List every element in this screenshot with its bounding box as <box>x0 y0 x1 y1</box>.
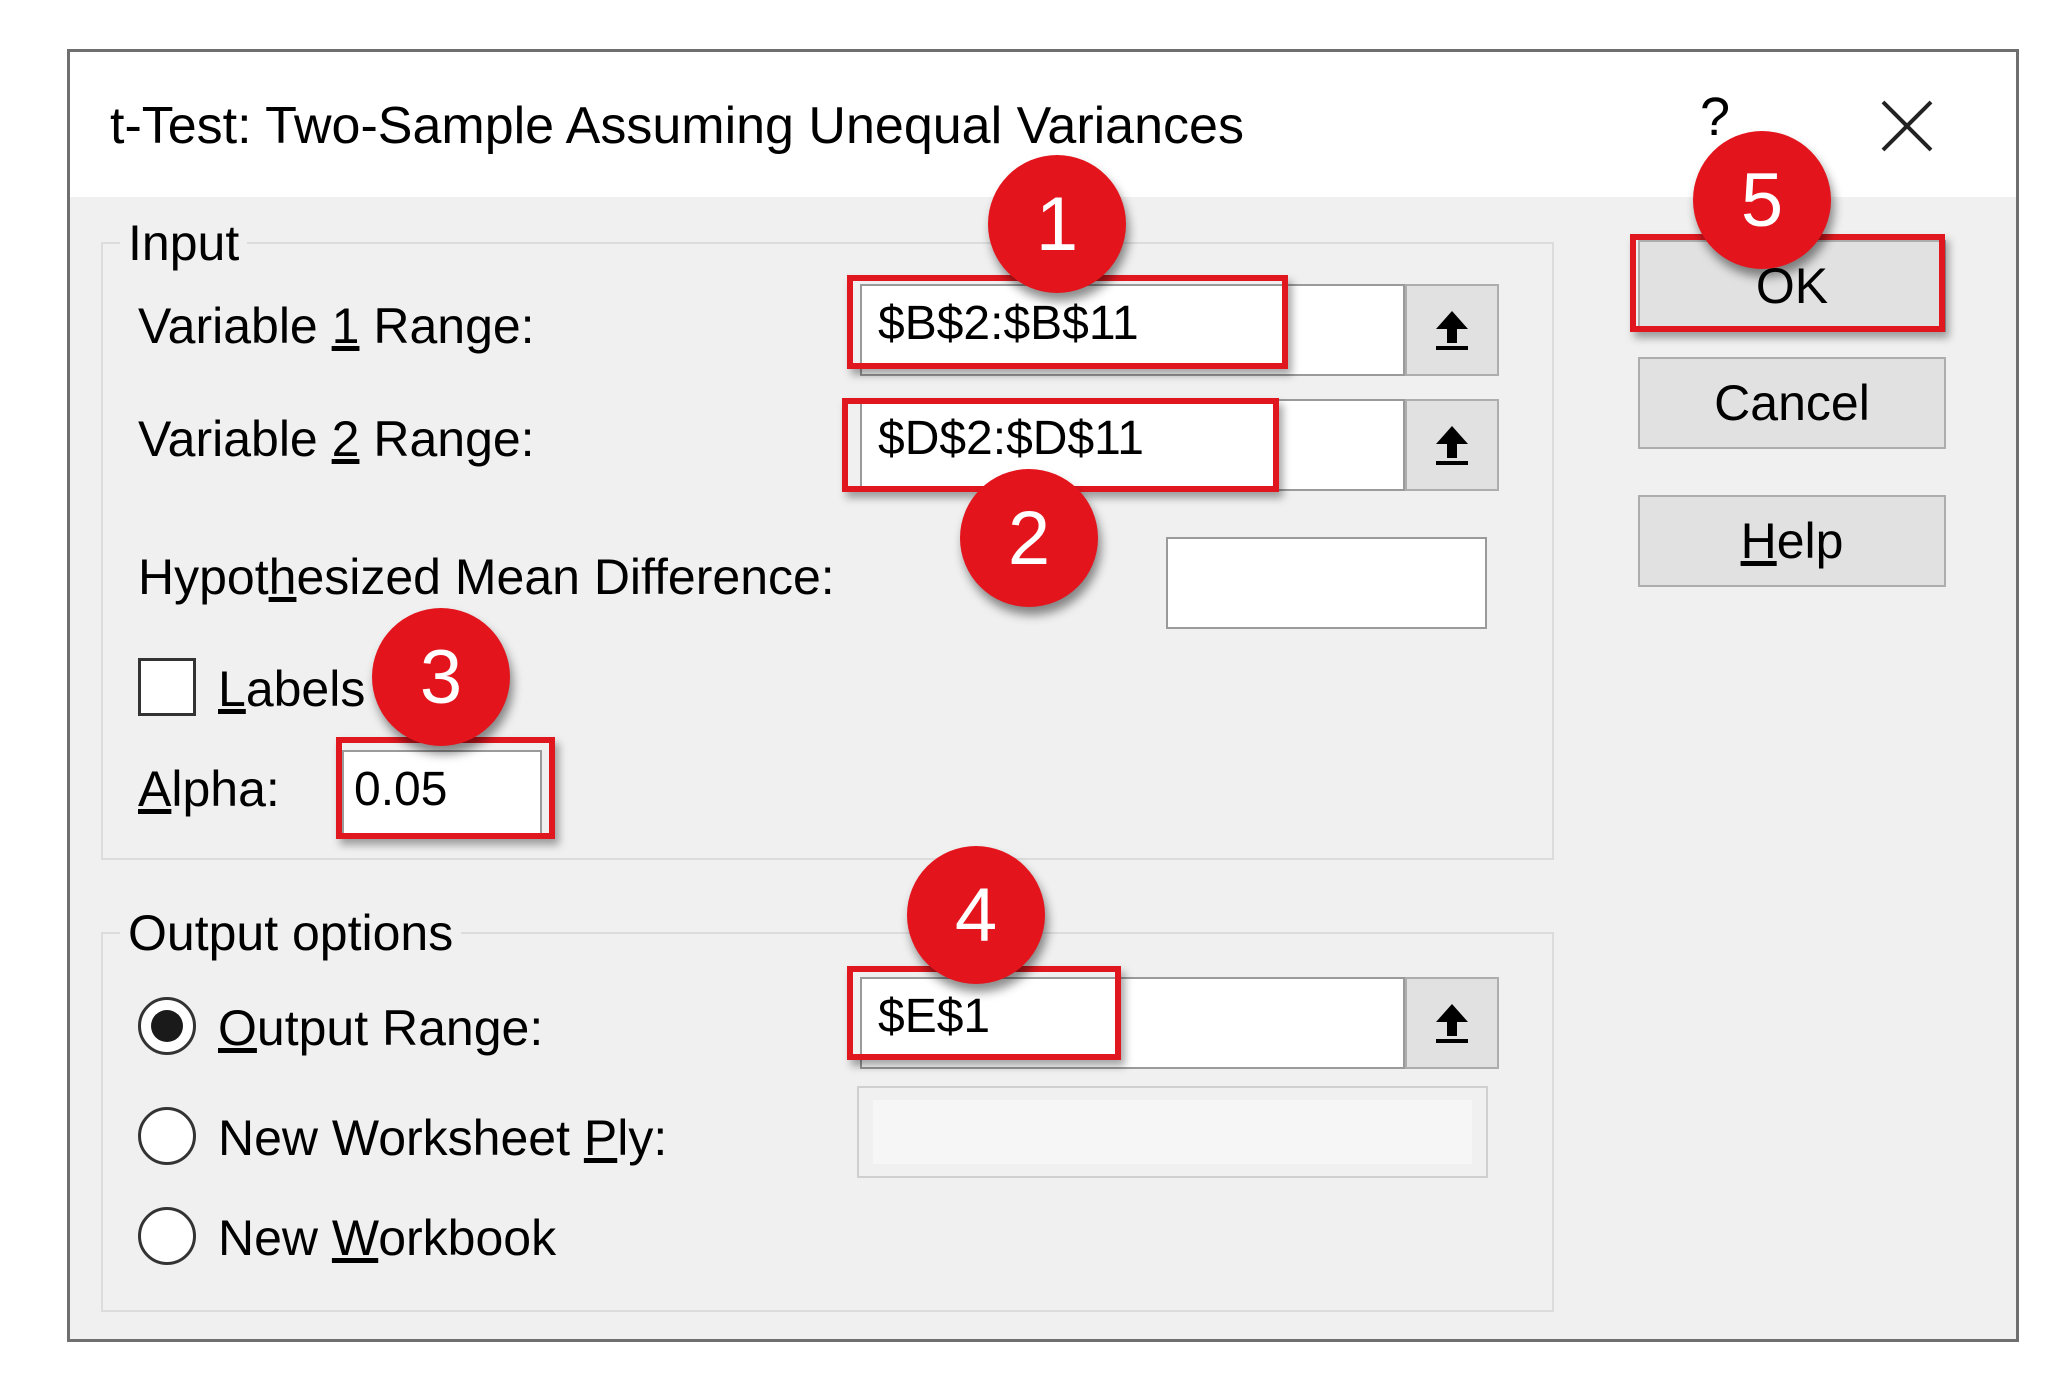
new-worksheet-ply-label: New Worksheet Ply: <box>218 1110 668 1166</box>
hypothesized-mean-difference-input[interactable] <box>1166 537 1487 629</box>
labels-checkbox-label: Labels <box>218 661 366 717</box>
step-badge-3: 3 <box>372 608 510 746</box>
radio-selected-dot <box>151 1010 183 1042</box>
variable1-range-label: Variable 1 Range: <box>138 298 535 354</box>
variable2-range-label: Variable 2 Range: <box>138 411 535 467</box>
collapse-arrow-icon <box>1436 311 1468 350</box>
new-worksheet-ply-input[interactable] <box>857 1086 1488 1178</box>
variable2-ref-button[interactable] <box>1405 399 1499 491</box>
collapse-arrow-icon <box>1436 1004 1468 1043</box>
new-workbook-label: New Workbook <box>218 1210 557 1266</box>
help-button[interactable]: Help <box>1638 495 1946 587</box>
step-badge-2: 2 <box>960 469 1098 607</box>
output-options-legend: Output options <box>120 904 462 962</box>
step-badge-5: 5 <box>1693 131 1831 269</box>
close-icon[interactable] <box>1875 94 1939 158</box>
output-range-ref-button[interactable] <box>1405 977 1499 1069</box>
highlight-alpha <box>336 737 555 839</box>
output-range-label: Output Range: <box>218 1000 544 1056</box>
hypothesized-mean-difference-label: Hypothesized Mean Difference: <box>138 549 835 605</box>
cancel-button[interactable]: Cancel <box>1638 357 1946 449</box>
alpha-label: Alpha: <box>138 761 280 817</box>
dialog-title: t-Test: Two-Sample Assuming Unequal Vari… <box>110 97 1244 155</box>
variable1-ref-button[interactable] <box>1405 284 1499 376</box>
disabled-field-fill <box>873 1100 1472 1164</box>
output-range-radio[interactable] <box>138 997 196 1055</box>
input-group-legend: Input <box>120 214 248 272</box>
step-badge-4: 4 <box>907 846 1045 984</box>
collapse-arrow-icon <box>1436 426 1468 465</box>
new-workbook-radio[interactable] <box>138 1207 196 1265</box>
new-worksheet-ply-radio[interactable] <box>138 1107 196 1165</box>
step-badge-1: 1 <box>988 155 1126 293</box>
labels-checkbox[interactable] <box>138 658 196 716</box>
